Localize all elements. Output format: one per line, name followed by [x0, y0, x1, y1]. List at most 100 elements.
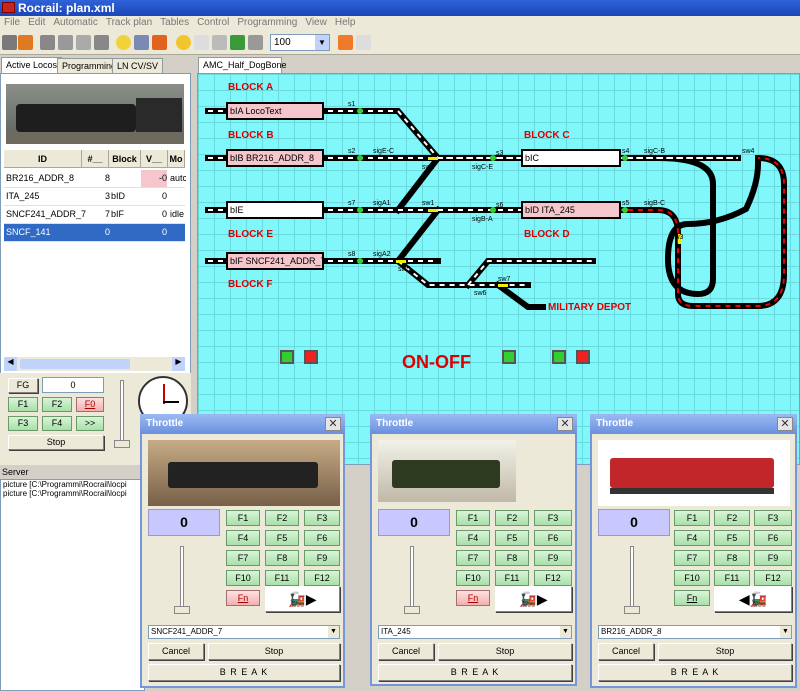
- f5-button[interactable]: F5: [265, 530, 299, 546]
- off-switch-icon[interactable]: [576, 350, 590, 364]
- cancel-button[interactable]: Cancel: [378, 643, 434, 660]
- sensor-s2[interactable]: s2: [348, 148, 355, 155]
- sensor-s3[interactable]: s3: [496, 150, 503, 157]
- f4-button[interactable]: F4: [226, 530, 260, 546]
- break-button[interactable]: B R E A K: [378, 664, 572, 681]
- sensor-s7[interactable]: s7: [348, 200, 355, 207]
- block-f[interactable]: bIF SNCF241_ADDR_7: [226, 252, 324, 270]
- direction-forward-icon[interactable]: 🚂▶: [265, 586, 340, 612]
- f12-button[interactable]: F12: [754, 570, 792, 586]
- switch-sw3[interactable]: sw3: [671, 234, 683, 241]
- add-icon[interactable]: [338, 35, 353, 50]
- stop-button[interactable]: Stop: [438, 643, 572, 660]
- horizontal-scrollbar[interactable]: ◀ ▶: [4, 357, 185, 371]
- scroll-thumb[interactable]: [20, 359, 130, 369]
- signal-sigc-b[interactable]: sigC-B: [644, 148, 665, 155]
- up-arrow-icon[interactable]: [18, 35, 33, 50]
- f12-button[interactable]: F12: [304, 570, 340, 586]
- f4-button[interactable]: F4: [674, 530, 710, 546]
- col-id[interactable]: ID: [4, 150, 82, 168]
- book-icon[interactable]: [356, 35, 371, 50]
- break-button[interactable]: B R E A K: [598, 664, 792, 681]
- slider-knob[interactable]: [624, 606, 640, 614]
- tab-active-locos[interactable]: Active Locos: [1, 57, 63, 74]
- f2-button[interactable]: F2: [714, 510, 750, 526]
- menu-automatic[interactable]: Automatic: [49, 16, 101, 29]
- f8-button[interactable]: F8: [495, 550, 529, 566]
- f2-button[interactable]: F2: [42, 397, 72, 412]
- on-switch-icon[interactable]: [502, 350, 516, 364]
- f9-button[interactable]: F9: [304, 550, 340, 566]
- f11-button[interactable]: F11: [265, 570, 299, 586]
- swap-icon[interactable]: [134, 35, 149, 50]
- fn-value[interactable]: 0: [42, 377, 104, 393]
- f11-button[interactable]: F11: [495, 570, 529, 586]
- f5-button[interactable]: F5: [714, 530, 750, 546]
- tab-plan[interactable]: AMC_Half_DogBone: [198, 57, 287, 73]
- block-c[interactable]: bIC: [521, 149, 621, 167]
- switch-sw4[interactable]: sw4: [742, 148, 754, 155]
- signal-siga2[interactable]: sigA2: [373, 251, 391, 258]
- sensor-s5[interactable]: s5: [622, 200, 629, 207]
- speed-slider[interactable]: [410, 546, 414, 608]
- menu-file[interactable]: File: [0, 16, 24, 29]
- connect-icon[interactable]: [2, 35, 17, 50]
- f3-button[interactable]: F3: [534, 510, 572, 526]
- signal-sigb-c[interactable]: sigB-C: [644, 200, 665, 207]
- switch-sw6[interactable]: sw6: [474, 290, 486, 297]
- break-button[interactable]: B R E A K: [148, 664, 340, 681]
- f1-button[interactable]: F1: [226, 510, 260, 526]
- direction-forward-icon[interactable]: 🚂▶: [495, 586, 572, 612]
- scroll-right-icon[interactable]: ▶: [172, 357, 185, 371]
- f4-button[interactable]: F4: [42, 416, 72, 431]
- menu-edit[interactable]: Edit: [24, 16, 49, 29]
- f10-button[interactable]: F10: [226, 570, 260, 586]
- sensor-s8[interactable]: s8: [348, 251, 355, 258]
- f7-button[interactable]: F7: [674, 550, 710, 566]
- menu-help[interactable]: Help: [331, 16, 360, 29]
- f2-button[interactable]: F2: [495, 510, 529, 526]
- sensor-s1[interactable]: s1: [348, 101, 355, 108]
- col-mode[interactable]: Mo: [168, 150, 185, 168]
- menu-control[interactable]: Control: [193, 16, 233, 29]
- slider-knob[interactable]: [404, 606, 420, 614]
- f6-button[interactable]: F6: [304, 530, 340, 546]
- table-row[interactable]: ITA_245 3 bID 0: [4, 188, 185, 206]
- switch-sw7[interactable]: sw7: [498, 276, 510, 283]
- f4-button[interactable]: F4: [456, 530, 490, 546]
- f8-button[interactable]: F8: [714, 550, 750, 566]
- scroll-left-icon[interactable]: ◀: [4, 357, 17, 371]
- block-d[interactable]: bID ITA_245: [521, 201, 621, 219]
- tab-ln-cv-sv[interactable]: LN CV/SV: [112, 58, 164, 74]
- f1-button[interactable]: F1: [8, 397, 38, 412]
- signal-siga1[interactable]: sigA1: [373, 200, 391, 207]
- track-plan[interactable]: BLOCK A BLOCK B BLOCK C BLOCK D BLOCK E …: [197, 73, 800, 465]
- on-switch-icon[interactable]: [552, 350, 566, 364]
- fn-button[interactable]: Fn: [456, 590, 490, 606]
- signal-sigc-e[interactable]: sigC-E: [472, 164, 493, 171]
- signal-sige-c[interactable]: sigE-C: [373, 148, 394, 155]
- fn-button[interactable]: Fn: [226, 590, 260, 606]
- grid-icon[interactable]: [230, 35, 245, 50]
- f5-button[interactable]: F5: [495, 530, 529, 546]
- menu-tables[interactable]: Tables: [156, 16, 193, 29]
- f3-button[interactable]: F3: [8, 416, 38, 431]
- f3-button[interactable]: F3: [304, 510, 340, 526]
- switch-sw2[interactable]: sw2: [422, 164, 434, 171]
- fg-button[interactable]: FG: [8, 378, 38, 393]
- close-icon[interactable]: ✕: [777, 417, 793, 431]
- zoom-select[interactable]: 100 ▼: [270, 34, 330, 51]
- home-icon[interactable]: [194, 35, 209, 50]
- sensor-s6[interactable]: s6: [496, 202, 503, 209]
- f1-button[interactable]: F1: [674, 510, 710, 526]
- table-icon[interactable]: [212, 35, 227, 50]
- save-icon[interactable]: [76, 35, 91, 50]
- table-row[interactable]: BR216_ADDR_8 8 -0 autc: [4, 170, 186, 188]
- block-e[interactable]: bIE: [226, 201, 324, 219]
- table-row[interactable]: SNCF_141 0 0: [4, 224, 185, 242]
- close-icon[interactable]: ✕: [325, 417, 341, 431]
- speed-slider[interactable]: [120, 380, 124, 442]
- block-a[interactable]: bIA LocoText: [226, 102, 324, 120]
- slider-knob[interactable]: [174, 606, 190, 614]
- menu-programming[interactable]: Programming: [233, 16, 301, 29]
